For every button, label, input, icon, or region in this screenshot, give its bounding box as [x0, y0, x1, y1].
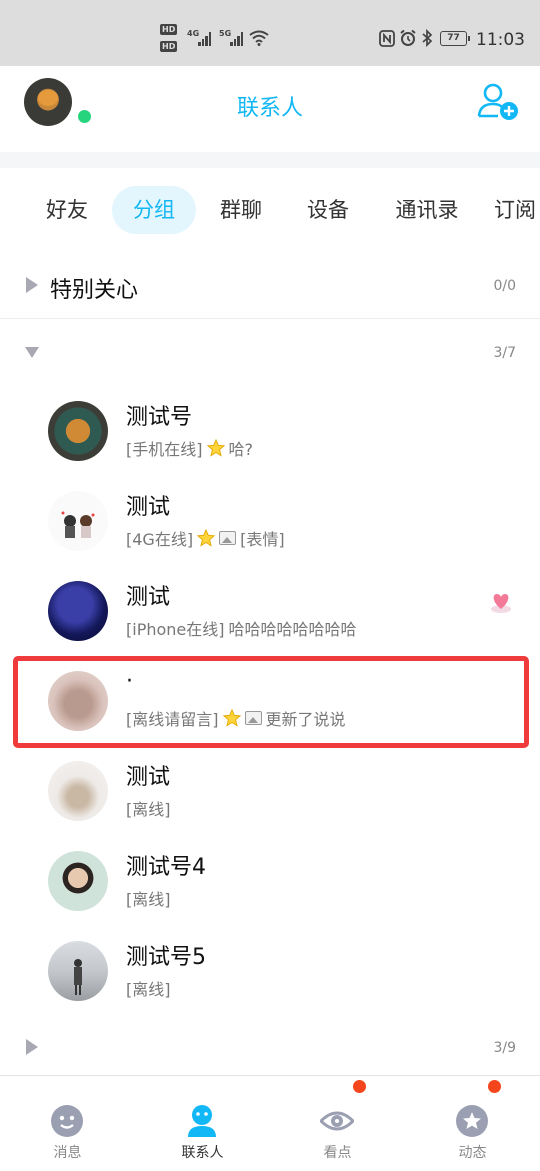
online-status: [手机在线] [126, 440, 203, 459]
hd1-indicator: HD [160, 24, 178, 35]
signature: [表情] [240, 530, 285, 549]
contact-name: 测试 [126, 585, 171, 610]
signature: 哈哈哈哈哈哈哈哈 [228, 620, 357, 639]
signature: 哈? [228, 440, 254, 459]
hd2-indicator: HD [160, 41, 178, 52]
group-count: 0/0 [493, 278, 516, 294]
contact-status-line: [离线] [126, 796, 171, 820]
contact-status-line: [4G在线] [表情] [126, 526, 285, 550]
bottom-navigation: 消息 联系人 看点 动态 [0, 1075, 540, 1171]
group-count: 3/7 [493, 345, 516, 361]
online-status: [离线] [126, 800, 171, 819]
alarm-icon [400, 29, 416, 46]
contact-row[interactable]: 测试 [离线] [0, 745, 540, 836]
contact-row[interactable]: 测试号 [手机在线] 哈? [0, 385, 540, 476]
notification-dot [353, 1080, 366, 1093]
avatar[interactable] [48, 851, 108, 911]
nav-contacts[interactable]: 联系人 [135, 1076, 270, 1171]
tab-groups[interactable]: 分组 [112, 186, 196, 234]
battery-icon: 77 [440, 31, 470, 46]
contact-row[interactable]: 测试 [iPhone在线] 哈哈哈哈哈哈哈哈 [0, 565, 540, 656]
tab-friends[interactable]: 好友 [30, 186, 104, 234]
wifi-icon [249, 30, 269, 46]
add-friend-icon[interactable] [476, 80, 520, 124]
tab-devices[interactable]: 设备 [291, 186, 365, 234]
highlight-box [13, 656, 529, 748]
tab-subscriptions[interactable]: 订阅 [494, 186, 540, 234]
separator-band [0, 152, 540, 168]
contact-status-line: [离线] [126, 976, 171, 1000]
heart-icon [491, 594, 511, 613]
message-icon [51, 1105, 83, 1137]
contact-status-line: [手机在线] 哈? [126, 436, 253, 460]
online-status: [4G在线] [126, 530, 194, 549]
group-expanded[interactable]: 3/7 [0, 319, 540, 386]
nav-label: 联系人 [181, 1145, 224, 1161]
clock: 11:03 [476, 30, 525, 50]
tab-group-chats[interactable]: 群聊 [204, 186, 278, 234]
online-status: [iPhone在线] [126, 620, 225, 639]
contact-status-line: [iPhone在线] 哈哈哈哈哈哈哈哈 [126, 616, 357, 640]
contact-name: 测试 [126, 495, 171, 520]
avatar[interactable] [48, 401, 108, 461]
collapse-arrow-icon [26, 1039, 38, 1055]
contact-name: 测试号 [126, 405, 193, 430]
nfc-icon [379, 30, 395, 47]
avatar[interactable] [48, 491, 108, 551]
avatar[interactable] [48, 941, 108, 1001]
contact-status-line: [离线] [126, 886, 171, 910]
online-status: [离线] [126, 890, 171, 909]
notification-dot [488, 1080, 501, 1093]
contact-name: 测试 [126, 765, 171, 790]
bluetooth-icon [422, 29, 433, 47]
contact-row[interactable]: 测试 [4G在线] [表情] [0, 475, 540, 566]
nav-label: 消息 [53, 1145, 82, 1161]
app-header: 联系人 [0, 66, 540, 153]
eye-icon [320, 1111, 354, 1131]
group-collapsed[interactable]: 3/9 [0, 1015, 540, 1076]
avatar[interactable] [48, 581, 108, 641]
group-name: 特别关心 [50, 278, 139, 303]
nav-label: 动态 [458, 1145, 487, 1161]
nav-messages[interactable]: 消息 [0, 1076, 135, 1171]
avatar[interactable] [48, 761, 108, 821]
contact-name: 测试号5 [126, 945, 206, 970]
group-count: 3/9 [493, 1040, 516, 1056]
star-icon [197, 529, 216, 547]
nav-moments[interactable]: 动态 [405, 1076, 540, 1171]
signal-icon [198, 32, 211, 46]
contact-name: 测试号4 [126, 855, 206, 880]
star-icon [206, 439, 225, 457]
contacts-icon [188, 1105, 216, 1137]
nav-label: 看点 [323, 1145, 352, 1161]
category-tabs: 好友 分组 群聊 设备 通讯录 订阅 [0, 168, 540, 253]
online-status: [离线] [126, 980, 171, 999]
contact-row[interactable]: 测试号5 [离线] [0, 925, 540, 1016]
collapse-arrow-icon [26, 277, 38, 293]
nav-kandian[interactable]: 看点 [270, 1076, 405, 1171]
image-icon [219, 531, 237, 545]
star-circle-icon [456, 1105, 488, 1137]
signal-icon-2 [230, 32, 243, 46]
contact-row[interactable]: 测试号4 [离线] [0, 835, 540, 926]
expand-arrow-icon [25, 347, 39, 358]
group-special-care[interactable]: 特别关心 0/0 [0, 252, 540, 319]
status-bar: HD HD 4G 5G 77 11:03 [0, 0, 540, 66]
tab-address-book[interactable]: 通讯录 [380, 186, 474, 234]
page-title: 联系人 [236, 96, 303, 121]
